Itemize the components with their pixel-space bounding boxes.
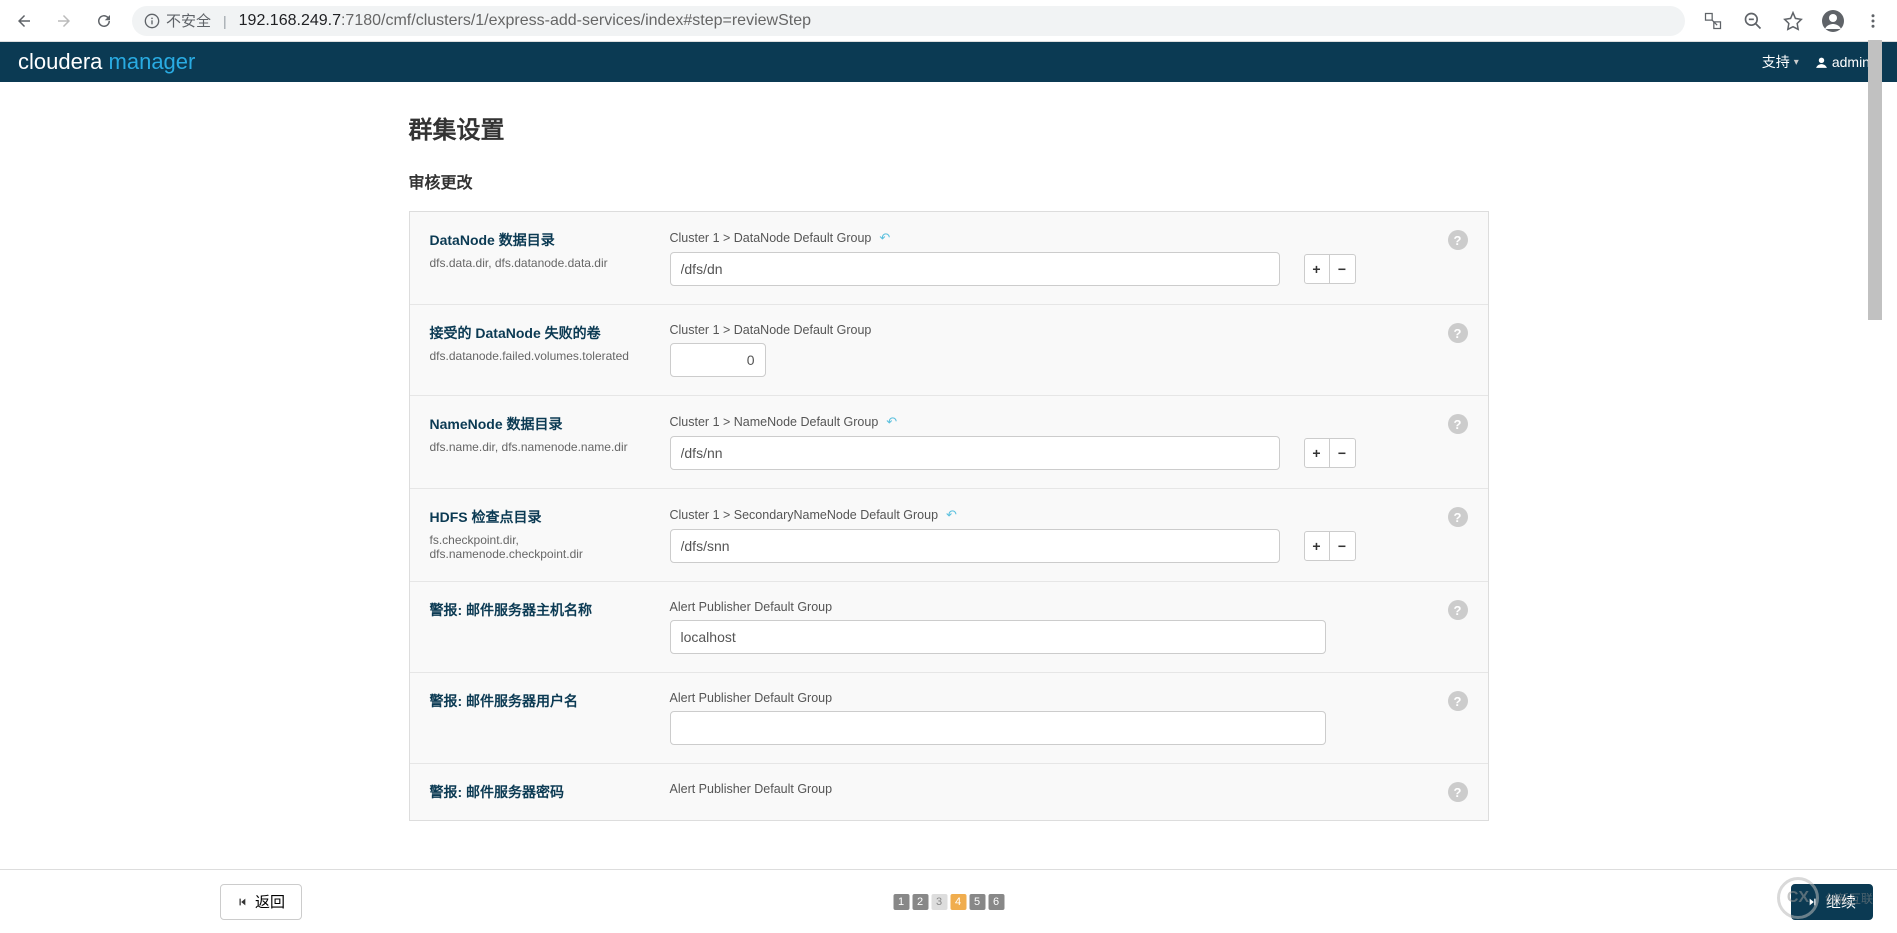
settings-panel: DataNode 数据目录 dfs.data.dir, dfs.datanode.… (409, 211, 1489, 821)
step-back-icon (237, 896, 247, 908)
help-icon[interactable]: ? (1448, 323, 1468, 343)
reset-icon[interactable]: ↶ (879, 230, 890, 246)
help-icon[interactable]: ? (1448, 230, 1468, 250)
support-menu[interactable]: 支持▾ (1762, 52, 1799, 72)
add-button[interactable]: + (1304, 438, 1330, 468)
remove-button[interactable]: − (1330, 531, 1356, 561)
config-row: 警报: 邮件服务器用户名 Alert Publisher Default Grou… (410, 672, 1488, 763)
config-row: HDFS 检查点目录 fs.checkpoint.dir, dfs.namenod… (410, 488, 1488, 581)
value-input[interactable] (670, 529, 1280, 563)
value-input[interactable] (670, 620, 1326, 654)
browser-back-button[interactable] (12, 9, 36, 33)
group-label: Alert Publisher Default Group (670, 782, 833, 796)
help-icon[interactable]: ? (1448, 691, 1468, 711)
value-input[interactable] (670, 436, 1280, 470)
group-label: Cluster 1 > DataNode Default Group (670, 231, 872, 245)
browser-url-bar[interactable]: 不安全 | 192.168.249.7:7180/cmf/clusters/1/… (132, 6, 1685, 36)
group-label: Cluster 1 > DataNode Default Group (670, 323, 872, 337)
back-button[interactable]: 返回 (220, 884, 302, 920)
browser-chrome: 不安全 | 192.168.249.7:7180/cmf/clusters/1/… (0, 0, 1897, 42)
add-button[interactable]: + (1304, 531, 1330, 561)
help-icon[interactable]: ? (1448, 600, 1468, 620)
value-input[interactable] (670, 252, 1280, 286)
help-icon[interactable]: ? (1448, 414, 1468, 434)
star-icon[interactable] (1781, 11, 1805, 31)
section-subtitle: 审核更改 (409, 169, 1489, 193)
property-name[interactable]: 警报: 邮件服务器用户名 (430, 691, 654, 711)
zoom-icon[interactable] (1741, 11, 1765, 31)
step-3[interactable]: 3 (931, 894, 947, 910)
watermark: CX 创新互联 (1777, 877, 1873, 919)
help-icon[interactable]: ? (1448, 507, 1468, 527)
property-name[interactable]: 警报: 邮件服务器密码 (430, 782, 654, 802)
property-name[interactable]: 警报: 邮件服务器主机名称 (430, 600, 654, 620)
group-label: Alert Publisher Default Group (670, 691, 833, 705)
user-icon (1815, 56, 1828, 69)
step-6[interactable]: 6 (988, 894, 1004, 910)
app-header: cloudera manager 支持▾ admin▾ (0, 42, 1897, 82)
translate-icon[interactable] (1701, 11, 1725, 31)
config-row: 警报: 邮件服务器主机名称 Alert Publisher Default Gro… (410, 581, 1488, 672)
not-secure-label: 不安全 (166, 10, 211, 31)
value-input[interactable] (670, 343, 766, 377)
property-desc: dfs.data.dir, dfs.datanode.data.dir (430, 256, 654, 270)
config-row: NameNode 数据目录 dfs.name.dir, dfs.namenode.… (410, 395, 1488, 488)
property-desc: dfs.name.dir, dfs.namenode.name.dir (430, 440, 654, 454)
cloudera-logo[interactable]: cloudera manager (18, 49, 195, 75)
profile-icon[interactable] (1821, 9, 1845, 33)
step-4[interactable]: 4 (950, 894, 966, 910)
not-secure-indicator: 不安全 (144, 10, 211, 31)
step-5[interactable]: 5 (969, 894, 985, 910)
property-desc: fs.checkpoint.dir, dfs.namenode.checkpoi… (430, 533, 654, 561)
browser-url-text: 192.168.249.7:7180/cmf/clusters/1/expres… (239, 12, 1673, 30)
group-label: Alert Publisher Default Group (670, 600, 833, 614)
config-row: 接受的 DataNode 失败的卷 dfs.datanode.failed.vol… (410, 304, 1488, 395)
kebab-menu-icon[interactable] (1861, 12, 1885, 30)
property-desc: dfs.datanode.failed.volumes.tolerated (430, 349, 654, 363)
scrollbar-thumb[interactable] (1868, 40, 1882, 320)
watermark-logo-icon: CX (1777, 877, 1819, 919)
remove-button[interactable]: − (1330, 438, 1356, 468)
add-button[interactable]: + (1304, 254, 1330, 284)
help-icon[interactable]: ? (1448, 782, 1468, 802)
property-name[interactable]: DataNode 数据目录 (430, 230, 654, 250)
browser-forward-button[interactable] (52, 9, 76, 33)
page-title: 群集设置 (409, 110, 1489, 145)
wizard-footer: 返回 123456 继续 (0, 869, 1897, 933)
value-input[interactable] (670, 711, 1326, 745)
reset-icon[interactable]: ↶ (886, 414, 897, 430)
config-row: 警报: 邮件服务器密码 Alert Publisher Default Group… (410, 763, 1488, 820)
group-label: Cluster 1 > NameNode Default Group (670, 415, 879, 429)
main-content: 群集设置 审核更改 DataNode 数据目录 dfs.data.dir, dfs… (399, 110, 1499, 821)
step-1[interactable]: 1 (893, 894, 909, 910)
info-icon (144, 13, 160, 29)
step-2[interactable]: 2 (912, 894, 928, 910)
config-row: DataNode 数据目录 dfs.data.dir, dfs.datanode.… (410, 212, 1488, 304)
step-indicator: 123456 (893, 894, 1004, 910)
reset-icon[interactable]: ↶ (946, 507, 957, 523)
browser-reload-button[interactable] (92, 9, 116, 33)
property-name[interactable]: HDFS 检查点目录 (430, 507, 654, 527)
remove-button[interactable]: − (1330, 254, 1356, 284)
property-name[interactable]: NameNode 数据目录 (430, 414, 654, 434)
property-name[interactable]: 接受的 DataNode 失败的卷 (430, 323, 654, 343)
group-label: Cluster 1 > SecondaryNameNode Default Gr… (670, 508, 939, 522)
